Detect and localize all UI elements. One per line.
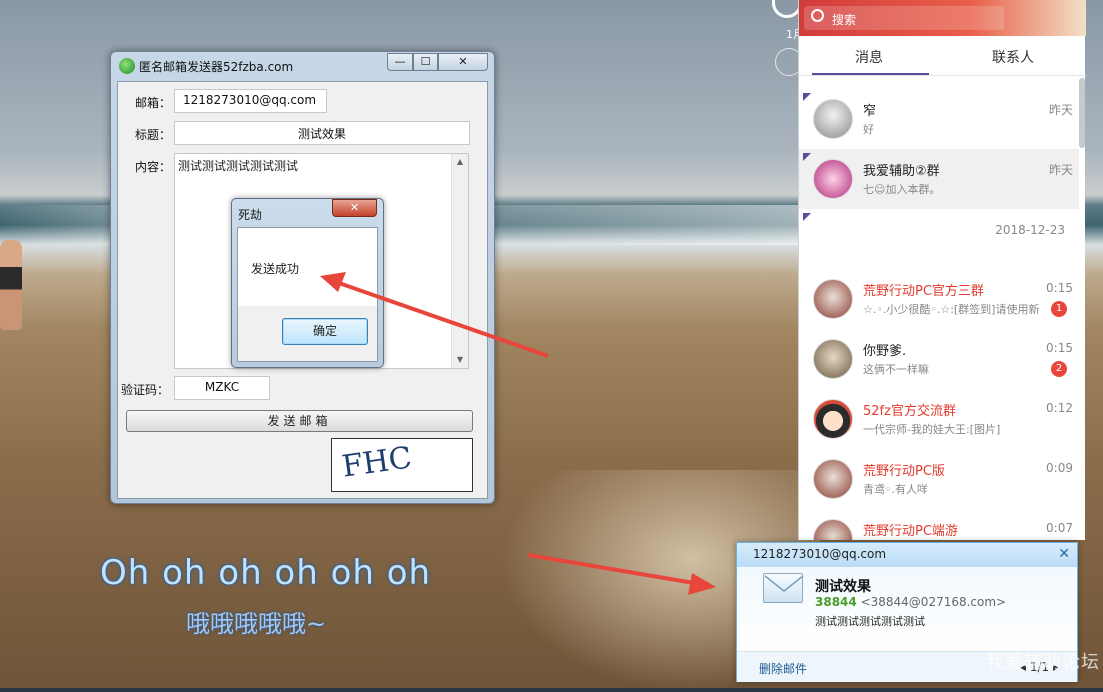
list-item[interactable]: 荒野行动PC官方三群 ☆.◦.小少很酷◦.☆:[群签到]请使用新 0:15 1 xyxy=(799,269,1079,329)
overlay-lyric-line1: Oh oh oh oh oh oh xyxy=(100,553,432,593)
list-item[interactable]: 我爱辅助②群 七☺加入本群。 昨天 xyxy=(799,149,1079,209)
chat-time: 0:07 xyxy=(1046,521,1073,535)
dialog-ok-button[interactable]: 确定 xyxy=(282,318,368,345)
scroll-up-icon[interactable]: ▲ xyxy=(452,154,468,170)
chat-preview: 青鸢◦.有人咩 xyxy=(863,483,928,496)
qq-scrollbar[interactable] xyxy=(1079,78,1085,148)
chat-preview: 好 xyxy=(863,123,874,136)
content-label: 内容： xyxy=(135,160,172,174)
tab-contacts[interactable]: 联系人 xyxy=(992,47,1034,67)
send-email-button[interactable]: 发送邮箱 xyxy=(126,410,473,432)
chat-name: 你野爹. xyxy=(863,344,907,359)
chat-preview: 七☺加入本群。 xyxy=(863,183,941,196)
chat-time: 昨天 xyxy=(1048,103,1073,117)
chat-name: 荒野行动PC版 xyxy=(863,464,945,479)
delete-mail-button[interactable]: 删除邮件 xyxy=(759,660,807,677)
chat-name: 窄 xyxy=(863,104,877,119)
unread-badge: 1 xyxy=(1051,301,1067,317)
envelope-icon xyxy=(763,573,804,603)
scroll-down-icon[interactable]: ▼ xyxy=(452,352,468,368)
mail-body: 测试测试测试测试测试 xyxy=(815,615,925,628)
tab-messages[interactable]: 消息 xyxy=(855,47,883,67)
chat-time: 0:15 xyxy=(1046,341,1073,355)
chat-name: 荒野行动PC端游 xyxy=(863,524,958,539)
search-icon xyxy=(811,9,824,22)
pin-flag-icon xyxy=(803,213,811,221)
mail-subject: 测试效果 xyxy=(815,579,871,595)
pin-flag-icon xyxy=(803,153,811,161)
subject-field[interactable]: 测试效果 xyxy=(174,121,470,145)
chat-preview: 一代宗师-我的娃大王:[图片] xyxy=(863,423,1001,436)
message-dialog: 死劫 ✕ 发送成功 确定 xyxy=(231,198,384,368)
captcha-field[interactable]: MZKC xyxy=(174,376,270,400)
dialog-message: 发送成功 xyxy=(251,262,300,276)
chat-time: 0:09 xyxy=(1046,461,1073,475)
list-item[interactable]: 你野爹. 这俩不一样嘛 0:15 2 xyxy=(799,329,1079,389)
chat-time: 0:15 xyxy=(1046,281,1073,295)
captcha-image-text: FHC xyxy=(339,440,415,485)
dialog-title: 死劫 xyxy=(238,208,263,222)
captcha-image[interactable]: FHC xyxy=(331,438,473,492)
avatar xyxy=(813,459,853,499)
mail-sender-name: 38844 xyxy=(815,595,857,609)
content-scrollbar[interactable]: ▲ ▼ xyxy=(451,154,468,368)
unread-badge: 2 xyxy=(1051,361,1067,377)
subject-label: 标题： xyxy=(135,128,172,142)
search-input[interactable]: 搜索 xyxy=(804,6,1004,30)
email-label: 邮箱： xyxy=(135,96,172,110)
date-divider: 2018-12-23 xyxy=(799,209,1079,269)
mail-sender-address: <38844@027168.com> xyxy=(860,595,1007,609)
maximize-button[interactable]: ☐ xyxy=(413,53,438,71)
avatar xyxy=(813,399,853,439)
minimize-button[interactable]: — xyxy=(387,53,413,71)
mail-account: 1218273010@qq.com xyxy=(753,547,887,561)
window-title: 匿名邮箱发送器52fzba.com xyxy=(139,60,294,74)
chat-preview: 这俩不一样嘛 xyxy=(863,363,929,376)
chat-name: 52fz官方交流群 xyxy=(863,404,956,419)
content-text: 测试测试测试测试测试 xyxy=(178,159,299,173)
date-divider-text: 2018-12-23 xyxy=(995,223,1065,237)
list-item[interactable]: 荒野行动PC版 青鸢◦.有人咩 0:09 xyxy=(799,449,1079,509)
background-child xyxy=(0,240,22,330)
search-placeholder: 搜索 xyxy=(832,13,857,27)
captcha-label: 验证码： xyxy=(121,383,170,397)
qq-header: 搜索 xyxy=(799,0,1086,36)
qq-tabs: 消息 联系人 xyxy=(799,36,1086,76)
chat-preview: ☆.◦.小少很酷◦.☆:[群签到]请使用新 xyxy=(863,303,1040,316)
watermark: 我爱辅助论坛 xyxy=(986,652,1100,673)
chat-name: 我爱辅助②群 xyxy=(863,164,940,179)
app-logo-icon xyxy=(119,58,135,74)
qq-panel: 搜索 消息 联系人 窄 好 昨天 我爱辅助②群 七☺加入本群。 昨天 2018-… xyxy=(798,0,1086,540)
chat-time: 昨天 xyxy=(1048,163,1073,177)
list-item[interactable]: 荒野行动PC端游 0:07 xyxy=(799,509,1079,540)
dialog-body: 发送成功 确定 xyxy=(237,227,378,362)
avatar xyxy=(813,159,853,199)
envelope-icon-shape xyxy=(764,575,804,592)
dialog-close-button[interactable]: ✕ xyxy=(332,199,377,217)
tab-underline xyxy=(812,73,929,75)
email-field[interactable]: 1218273010@qq.com xyxy=(174,89,327,113)
avatar xyxy=(813,99,853,139)
close-button[interactable]: ✕ xyxy=(438,53,488,71)
avatar xyxy=(813,339,853,379)
taskbar xyxy=(0,688,1103,692)
list-item[interactable]: 窄 好 昨天 xyxy=(799,89,1079,149)
mail-header: 1218273010@qq.com ✕ xyxy=(737,543,1077,567)
mail-sender: 38844 <38844@027168.com> xyxy=(815,595,1006,609)
chat-time: 0:12 xyxy=(1046,401,1073,415)
avatar xyxy=(813,279,853,319)
mail-close-button[interactable]: ✕ xyxy=(1058,546,1070,562)
overlay-lyric-line2: 哦哦哦哦哦~ xyxy=(186,610,327,638)
avatar xyxy=(813,519,853,540)
chat-name: 荒野行动PC官方三群 xyxy=(863,284,984,299)
pin-flag-icon xyxy=(803,93,811,101)
list-item[interactable]: 52fz官方交流群 一代宗师-我的娃大王:[图片] 0:12 xyxy=(799,389,1079,449)
